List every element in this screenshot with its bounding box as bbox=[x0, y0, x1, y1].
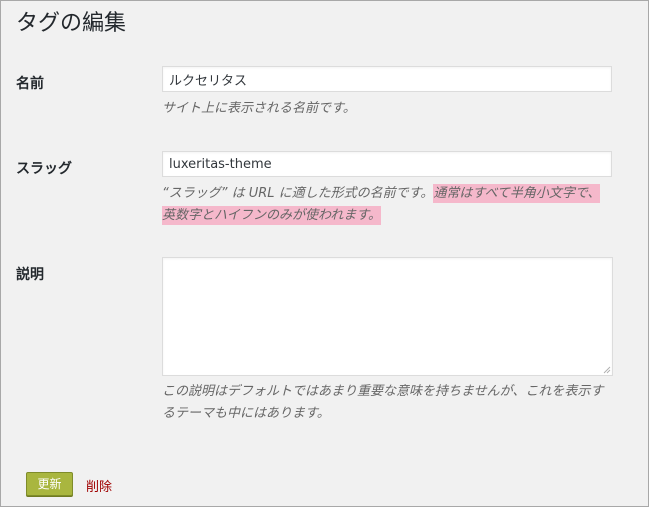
description-help-line1: この説明はデフォルトではあまり重要な意味を持ちませんが、これを表示す bbox=[162, 384, 604, 399]
delete-link[interactable]: 削除 bbox=[86, 476, 112, 495]
slug-label: スラッグ bbox=[16, 161, 72, 177]
page-title: タグの編集 bbox=[16, 11, 127, 36]
description-label: 説明 bbox=[16, 267, 44, 283]
resize-grip-icon[interactable] bbox=[603, 366, 611, 374]
slug-description-highlight-2: 英数字とハイフンのみが使われます。 bbox=[162, 206, 382, 225]
name-description: サイト上に表示される名前です。 bbox=[162, 101, 356, 116]
name-input[interactable] bbox=[162, 66, 612, 92]
name-label: 名前 bbox=[16, 76, 44, 92]
description-textarea[interactable] bbox=[162, 257, 613, 376]
update-button[interactable]: 更新 bbox=[26, 472, 73, 496]
slug-description: “スラッグ” は URL に適した形式の名前です。通常はすべて半角小文字で、 英… bbox=[162, 183, 632, 227]
slug-input[interactable] bbox=[162, 151, 612, 177]
description-help: この説明はデフォルトではあまり重要な意味を持ちませんが、これを表示す るテーマも… bbox=[162, 381, 632, 425]
slug-description-text: “スラッグ” は URL に適した形式の名前です。 bbox=[162, 186, 434, 201]
edit-tag-panel: タグの編集 名前 サイト上に表示される名前です。 スラッグ “スラッグ” は U… bbox=[0, 0, 649, 507]
slug-description-highlight: 通常はすべて半角小文字で、 bbox=[433, 184, 601, 203]
description-help-line2: るテーマも中にはあります。 bbox=[162, 406, 330, 421]
